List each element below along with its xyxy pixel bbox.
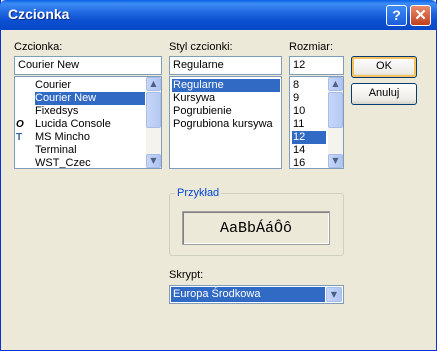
size-item-label: 9 bbox=[293, 92, 300, 104]
font-item-label: MS Mincho bbox=[35, 131, 91, 143]
font-item-label: Courier bbox=[35, 79, 72, 91]
sample-label: Przykład bbox=[175, 187, 222, 199]
style-item-label: Pogrubienie bbox=[173, 105, 232, 117]
size-item-label: 12 bbox=[293, 131, 306, 143]
size-item-label: 11 bbox=[293, 118, 305, 130]
size-list-item[interactable]: 12 bbox=[292, 131, 326, 144]
close-button[interactable]: ✕ bbox=[410, 5, 431, 26]
size-list-item[interactable]: 16 bbox=[292, 157, 326, 169]
font-list-item[interactable]: Courier New O bbox=[16, 92, 145, 105]
opentype-icon: O bbox=[16, 93, 24, 104]
style-list-item[interactable]: Pogrubienie bbox=[172, 105, 280, 118]
script-select[interactable]: Europa Środkowa ▼ bbox=[169, 285, 344, 304]
title-bar[interactable]: Czcionka ? ✕ bbox=[0, 0, 437, 30]
sample-preview: AaBbÁáÔô bbox=[182, 211, 330, 245]
font-item-label: Fixedsys bbox=[35, 105, 79, 117]
chevron-down-icon[interactable]: ▼ bbox=[326, 287, 342, 302]
font-item-label: Terminal bbox=[35, 144, 77, 156]
font-list-item[interactable]: Terminal bbox=[35, 144, 145, 157]
scroll-down-icon[interactable]: ▼ bbox=[328, 154, 343, 168]
size-item-label: 14 bbox=[293, 144, 306, 156]
style-list-item[interactable]: Pogrubiona kursywa bbox=[172, 118, 280, 131]
style-item-label: Pogrubiona kursywa bbox=[173, 118, 273, 130]
style-field[interactable]: Regularne bbox=[169, 56, 282, 75]
font-list[interactable]: Courier Courier New O Fixedsys Lucida Consol… bbox=[14, 76, 162, 169]
sample-group: Przykład AaBbÁáÔô bbox=[169, 187, 344, 256]
style-label: Styl czcionki: bbox=[169, 41, 233, 53]
script-selected-value: Europa Środkowa bbox=[171, 287, 325, 302]
size-item-label: 16 bbox=[293, 157, 306, 169]
font-item-label: WST_Czec bbox=[35, 157, 91, 169]
font-name-field[interactable]: Courier New bbox=[14, 56, 162, 75]
font-item-label: Lucida Console bbox=[35, 118, 111, 130]
font-label: Czcionka: bbox=[14, 41, 63, 53]
size-list[interactable]: 8 9 10 11 12 14 16 ▲ ▼ bbox=[289, 76, 344, 169]
window-title: Czcionka bbox=[8, 6, 70, 22]
size-field[interactable]: 12 bbox=[289, 56, 344, 75]
scroll-thumb[interactable] bbox=[328, 92, 343, 128]
font-list-item[interactable]: Courier bbox=[35, 79, 145, 92]
scroll-up-icon[interactable]: ▲ bbox=[328, 77, 343, 91]
font-list-item[interactable]: Fixedsys bbox=[35, 105, 145, 118]
font-item-label: Courier New bbox=[35, 92, 97, 104]
ok-button[interactable]: OK bbox=[351, 56, 417, 78]
size-label: Rozmiar: bbox=[289, 41, 334, 53]
size-list-item[interactable]: 8 bbox=[292, 79, 326, 92]
scroll-down-icon[interactable]: ▼ bbox=[146, 154, 161, 168]
style-list-item[interactable]: Regularne bbox=[172, 79, 280, 92]
style-list[interactable]: Regularne Kursywa Pogrubienie Pogrubiona ku… bbox=[169, 76, 282, 169]
truetype-icon: T bbox=[16, 132, 23, 143]
cancel-button[interactable]: Anuluj bbox=[351, 83, 417, 105]
opentype-icon: O bbox=[16, 119, 24, 130]
size-item-label: 8 bbox=[293, 79, 300, 91]
font-list-item[interactable]: MS Mincho T bbox=[16, 131, 145, 144]
style-item-label: Regularne bbox=[173, 79, 224, 91]
size-list-item[interactable]: 11 bbox=[292, 118, 326, 131]
scroll-thumb[interactable] bbox=[146, 92, 161, 128]
size-item-label: 10 bbox=[293, 105, 306, 117]
size-list-scrollbar[interactable]: ▲ ▼ bbox=[328, 77, 343, 168]
style-list-item[interactable]: Kursywa bbox=[172, 92, 280, 105]
scroll-up-icon[interactable]: ▲ bbox=[146, 77, 161, 91]
font-list-item[interactable]: WST_Czec bbox=[35, 157, 145, 169]
style-item-label: Kursywa bbox=[173, 92, 216, 104]
size-list-item[interactable]: 9 bbox=[292, 92, 326, 105]
font-list-scrollbar[interactable]: ▲ ▼ bbox=[146, 77, 161, 168]
size-list-item[interactable]: 10 bbox=[292, 105, 326, 118]
help-button[interactable]: ? bbox=[386, 5, 407, 26]
size-list-item[interactable]: 14 bbox=[292, 144, 326, 157]
font-dialog: Czcionka ? ✕ Czcionka: Courier New Couri… bbox=[0, 0, 437, 351]
font-list-item[interactable]: Lucida Console O bbox=[16, 118, 145, 131]
script-label: Skrypt: bbox=[169, 269, 204, 281]
